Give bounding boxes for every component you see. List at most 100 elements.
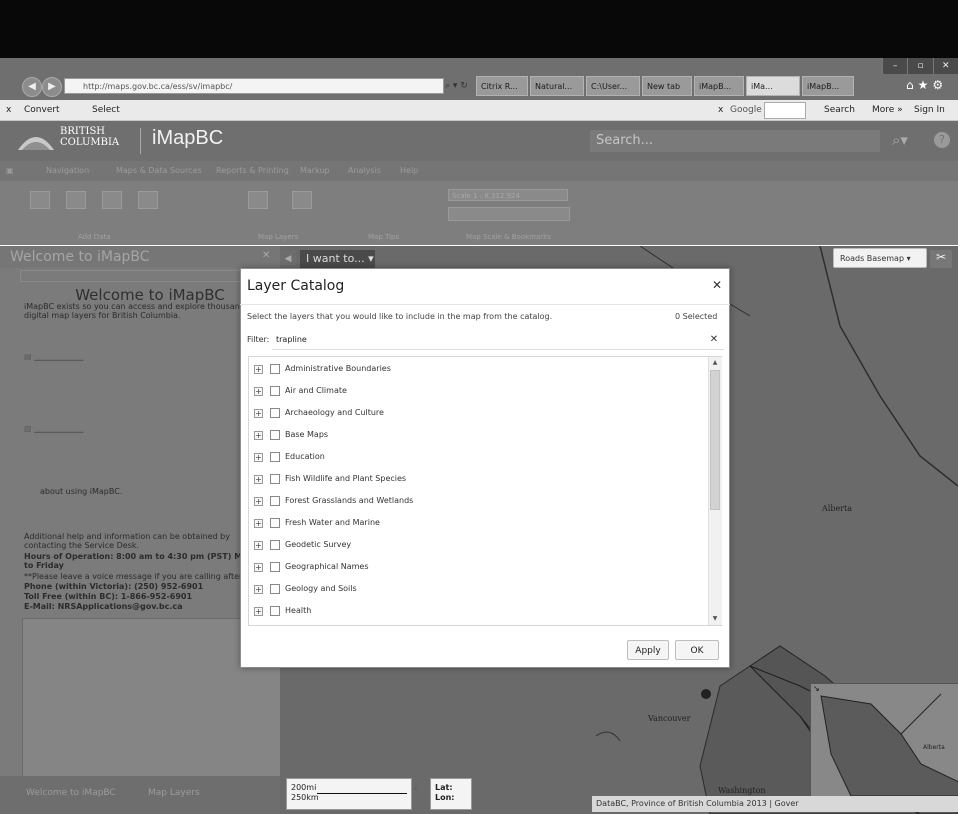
scroll-up-icon[interactable]: ▲ xyxy=(710,358,720,368)
email-link[interactable]: E-Mail: NRSApplications@gov.bc.ca xyxy=(24,602,274,611)
expand-icon[interactable]: + xyxy=(254,607,263,616)
select-button[interactable]: Select xyxy=(92,100,120,120)
tree-row[interactable]: + Geology and Soils xyxy=(249,579,707,601)
app-search-input[interactable]: Search... xyxy=(590,130,880,152)
panel-close-icon[interactable]: ✕ xyxy=(262,250,270,261)
basemap-dropdown[interactable]: Roads Basemap ▾ xyxy=(833,248,927,268)
add-browse-icon[interactable] xyxy=(30,191,50,209)
convert-button[interactable]: Convert xyxy=(24,100,60,120)
forward-button[interactable]: ▶ xyxy=(42,77,62,97)
google-search-button[interactable]: Search xyxy=(824,100,855,120)
collapse-panel-icon[interactable]: ◀ xyxy=(280,250,296,268)
sign-in-button[interactable]: Sign In xyxy=(914,100,945,120)
browse-map-icon[interactable] xyxy=(66,191,86,209)
ribbon-tab-help[interactable]: Help xyxy=(400,161,418,181)
tab-cuser[interactable]: C:\User... xyxy=(586,76,640,96)
apply-button[interactable]: Apply xyxy=(627,640,669,660)
tab-citrix[interactable]: Citrix R... xyxy=(476,76,528,96)
scroll-down-icon[interactable]: ▼ xyxy=(710,614,720,624)
google-close-icon[interactable]: x xyxy=(718,100,723,120)
tree-row[interactable]: + Archaeology and Culture xyxy=(249,403,707,425)
panel-divider xyxy=(20,270,262,282)
expand-icon[interactable]: + xyxy=(254,541,263,550)
tree-row[interactable]: + Geodetic Survey xyxy=(249,535,707,557)
ribbon-tab-maps-data[interactable]: Maps & Data Sources xyxy=(116,161,202,181)
layer-checkbox[interactable] xyxy=(270,474,280,484)
tab-new[interactable]: New tab xyxy=(642,76,692,96)
minimize-icon[interactable]: – xyxy=(882,58,908,74)
tree-row[interactable]: + Education xyxy=(249,447,707,469)
scale-left-icon[interactable]: ‹ xyxy=(414,784,417,793)
layer-checkbox[interactable] xyxy=(270,430,280,440)
scale-select[interactable]: Scale 1 : 8,312,924 xyxy=(448,189,568,201)
layer-checkbox[interactable] xyxy=(270,518,280,528)
tab-imapb-1[interactable]: iMapB... xyxy=(694,76,744,96)
filter-input[interactable] xyxy=(272,330,724,350)
expand-icon[interactable]: + xyxy=(254,453,263,462)
expand-icon[interactable]: + xyxy=(254,475,263,484)
expand-icon[interactable]: + xyxy=(254,497,263,506)
overview-map[interactable]: Alberta ↘ xyxy=(810,683,958,797)
tools-icon[interactable]: ✂ xyxy=(930,250,952,268)
clear-drawing-icon[interactable] xyxy=(248,191,268,209)
layer-checkbox[interactable] xyxy=(270,496,280,506)
address-bar-icons[interactable]: ⌕ ▾ ↻ xyxy=(445,78,473,94)
expand-icon[interactable]: + xyxy=(254,563,263,572)
browser-icons[interactable]: ⌂★⚙ xyxy=(906,78,956,94)
tab-imapb-active[interactable]: iMa... xyxy=(746,76,800,96)
layer-checkbox[interactable] xyxy=(270,562,280,572)
expand-icon[interactable]: + xyxy=(254,365,263,374)
tab-imapb-2[interactable]: iMapB... xyxy=(802,76,854,96)
scale-line-2: 250km xyxy=(291,793,319,802)
close-window-icon[interactable]: ✕ xyxy=(932,58,958,74)
expand-icon[interactable]: + xyxy=(254,519,263,528)
layer-checkbox[interactable] xyxy=(270,452,280,462)
layer-checkbox[interactable] xyxy=(270,540,280,550)
ribbon-tab-markup[interactable]: Markup xyxy=(300,161,330,181)
layer-checkbox[interactable] xyxy=(270,364,280,374)
scrollbar-thumb[interactable] xyxy=(710,370,720,510)
bottom-tab-map-layers[interactable]: Map Layers xyxy=(148,776,200,810)
ribbon-tab-analysis[interactable]: Analysis xyxy=(348,161,381,181)
tab-natural[interactable]: Natural... xyxy=(530,76,584,96)
tree-row[interactable]: + Fresh Water and Marine xyxy=(249,513,707,535)
filter-clear-icon[interactable]: ✕ xyxy=(708,333,720,347)
layer-checkbox[interactable] xyxy=(270,584,280,594)
add-shapefile-icon[interactable] xyxy=(102,191,122,209)
ok-button[interactable]: OK xyxy=(675,640,719,660)
save-icon[interactable]: ▣ xyxy=(6,161,14,181)
tree-row[interactable]: + Health xyxy=(249,601,707,623)
search-icon[interactable]: ⌕▾ xyxy=(892,131,908,149)
expand-icon[interactable]: + xyxy=(254,409,263,418)
help-icon[interactable]: ? xyxy=(934,132,950,148)
maximize-icon[interactable]: ▫ xyxy=(907,58,933,74)
tree-row[interactable]: + Air and Climate xyxy=(249,381,707,403)
expand-icon[interactable]: + xyxy=(254,585,263,594)
layer-checkbox[interactable] xyxy=(270,606,280,616)
tree-row[interactable]: + Base Maps xyxy=(249,425,707,447)
more-button[interactable]: More » xyxy=(872,100,903,120)
layer-checkbox[interactable] xyxy=(270,386,280,396)
bottom-tab-welcome[interactable]: Welcome to iMapBC xyxy=(26,776,116,810)
show-legend-icon[interactable] xyxy=(292,191,312,209)
toolbar-close-icon[interactable]: x xyxy=(6,100,11,120)
bookmarks-select[interactable] xyxy=(448,207,570,221)
welcome-intro: iMapBC exists so you can access and expl… xyxy=(24,302,260,320)
address-bar[interactable]: http://maps.gov.bc.ca/ess/sv/imapbc/ xyxy=(64,78,444,94)
overview-toggle-icon[interactable]: ↘ xyxy=(813,684,820,693)
ribbon-tab-reports[interactable]: Reports & Printing xyxy=(216,161,289,181)
layer-label: Fish Wildlife and Plant Species xyxy=(285,474,407,483)
dialog-close-icon[interactable]: ✕ xyxy=(710,278,724,292)
tree-row[interactable]: + Forest Grasslands and Wetlands xyxy=(249,491,707,513)
tree-row[interactable]: + Administrative Boundaries xyxy=(249,359,707,381)
google-search-input[interactable] xyxy=(764,102,806,119)
layer-checkbox[interactable] xyxy=(270,408,280,418)
i-want-to-button[interactable]: I want to... ▾ xyxy=(300,250,375,268)
tree-row[interactable]: + Fish Wildlife and Plant Species xyxy=(249,469,707,491)
add-gps-icon[interactable] xyxy=(138,191,158,209)
expand-icon[interactable]: + xyxy=(254,387,263,396)
back-button[interactable]: ◀ xyxy=(22,77,42,97)
expand-icon[interactable]: + xyxy=(254,431,263,440)
tree-row[interactable]: + Geographical Names xyxy=(249,557,707,579)
ribbon-tab-navigation[interactable]: Navigation xyxy=(46,161,89,181)
